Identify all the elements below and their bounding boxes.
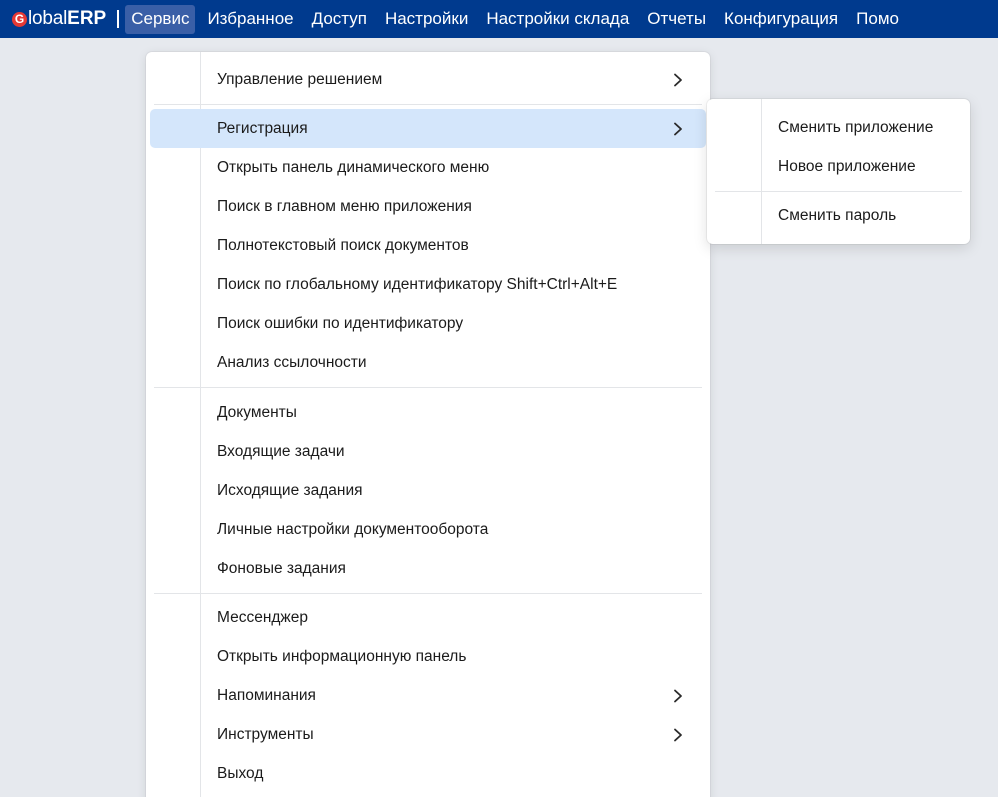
menu-item-incoming-tasks[interactable]: Входящие задачи — [150, 432, 706, 471]
menu-divider — [154, 104, 702, 105]
submenu-item-label: Сменить пароль — [778, 207, 897, 224]
menu-item-label: Анализ ссылочности — [217, 353, 367, 371]
menu-item-error-search[interactable]: Поиск ошибки по идентификатору — [150, 304, 706, 343]
menubar-item-configuration[interactable]: Конфигурация — [718, 5, 844, 34]
chevron-right-icon — [674, 689, 682, 703]
chevron-right-icon — [674, 73, 682, 87]
logo-separator — [117, 10, 120, 28]
menu-item-reminders[interactable]: Напоминания — [150, 676, 706, 715]
menu-item-label: Поиск по глобальному идентификатору Shif… — [217, 275, 618, 293]
menu-item-label: Исходящие задания — [217, 481, 363, 499]
menu-item-label: Открыть информационную панель — [217, 647, 467, 665]
submenu-item-change-password[interactable]: Сменить пароль — [711, 197, 966, 235]
menubar-item-favorites[interactable]: Избранное — [201, 5, 299, 34]
app-logo: G lobal ERP — [12, 0, 106, 38]
menubar-item-help[interactable]: Помо — [850, 5, 905, 34]
menu-item-background-jobs[interactable]: Фоновые задания — [150, 549, 706, 588]
main-menubar: G lobal ERP Сервис Избранное Доступ Наст… — [0, 0, 998, 38]
menubar-item-reports[interactable]: Отчеты — [641, 5, 712, 34]
menubar-item-settings[interactable]: Настройки — [379, 5, 474, 34]
menu-item-info-panel[interactable]: Открыть информационную панель — [150, 637, 706, 676]
menu-item-label: Выход — [217, 764, 264, 782]
menu-item-solution-management[interactable]: Управление решением — [150, 60, 706, 99]
menubar-item-warehouse-settings[interactable]: Настройки склада — [480, 5, 635, 34]
menu-item-label: Документы — [217, 403, 297, 421]
menu-item-global-id-search[interactable]: Поиск по глобальному идентификатору Shif… — [150, 265, 706, 304]
submenu-item-label: Сменить приложение — [778, 119, 934, 136]
menu-item-outgoing-tasks[interactable]: Исходящие задания — [150, 471, 706, 510]
menu-item-exit[interactable]: Выход — [150, 754, 706, 793]
chevron-right-icon — [674, 122, 682, 136]
menu-item-label: Регистрация — [217, 119, 308, 137]
menu-item-label: Полнотекстовый поиск документов — [217, 236, 469, 254]
menu-item-open-dynamic-menu-panel[interactable]: Открыть панель динамического меню — [150, 148, 706, 187]
menu-item-messenger[interactable]: Мессенджер — [150, 598, 706, 637]
submenu-divider — [715, 191, 962, 192]
menu-item-tools[interactable]: Инструменты — [150, 715, 706, 754]
menu-item-label: Мессенджер — [217, 608, 309, 626]
menu-item-workflow-settings[interactable]: Личные настройки документооборота — [150, 510, 706, 549]
service-dropdown-menu: Управление решением Регистрация Открыть … — [146, 52, 710, 797]
menu-item-label: Напоминания — [217, 686, 316, 704]
menu-item-label: Фоновые задания — [217, 559, 346, 577]
menubar-item-access[interactable]: Доступ — [306, 5, 373, 34]
logo-g-icon: G — [12, 11, 27, 27]
menu-item-documents[interactable]: Документы — [150, 393, 706, 432]
menu-item-reference-analysis[interactable]: Анализ ссылочности — [150, 343, 706, 382]
logo-text-bold: ERP — [67, 8, 107, 29]
submenu-item-new-app[interactable]: Новое приложение — [711, 148, 966, 186]
menu-item-label: Поиск в главном меню приложения — [217, 197, 472, 215]
menu-item-label: Поиск ошибки по идентификатору — [217, 314, 464, 332]
submenu-item-label: Новое приложение — [778, 158, 916, 175]
menu-item-fulltext-search[interactable]: Полнотекстовый поиск документов — [150, 226, 706, 265]
menubar-item-service[interactable]: Сервис — [125, 4, 196, 34]
registration-submenu: Сменить приложение Новое приложение Смен… — [707, 99, 970, 244]
menu-item-label: Инструменты — [217, 725, 314, 743]
menu-item-label: Управление решением — [217, 70, 383, 88]
menu-item-label: Открыть панель динамического меню — [217, 158, 490, 176]
menu-divider — [154, 387, 702, 388]
menu-item-search-main-menu[interactable]: Поиск в главном меню приложения — [150, 187, 706, 226]
menu-item-label: Входящие задачи — [217, 442, 345, 460]
submenu-item-switch-app[interactable]: Сменить приложение — [711, 109, 966, 147]
menu-divider — [154, 593, 702, 594]
logo-text-light: lobal — [28, 8, 68, 29]
menu-item-registration[interactable]: Регистрация — [150, 109, 706, 148]
chevron-right-icon — [674, 728, 682, 742]
menu-item-label: Личные настройки документооборота — [217, 520, 489, 538]
